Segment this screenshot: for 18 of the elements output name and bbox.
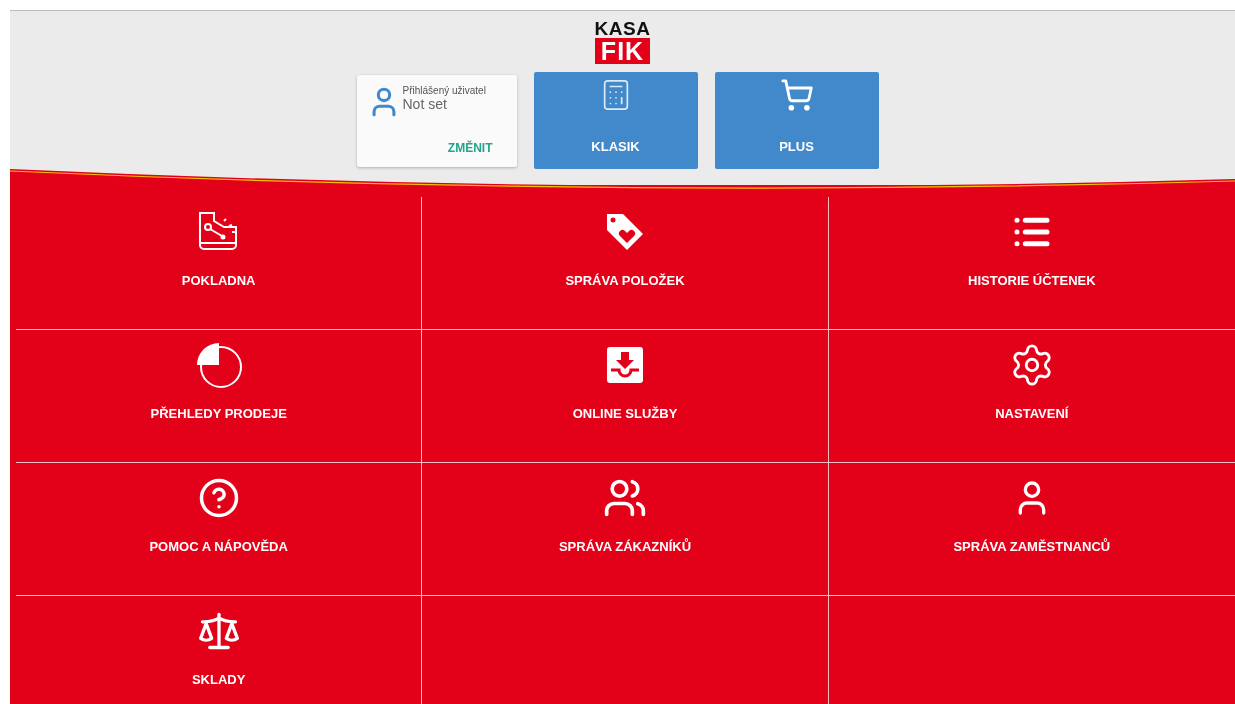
user-label: Přihlášený uživatel — [402, 85, 487, 96]
tag-heart-icon — [604, 211, 646, 253]
menu-tile[interactable]: POMOC A NÁPOVĚDA — [16, 463, 423, 596]
menu-tile[interactable]: ONLINE SLUŽBY — [422, 330, 829, 463]
logo-badge: FIK — [594, 38, 651, 64]
mode-button[interactable]: KLASIK — [533, 72, 698, 169]
menu-tile[interactable]: PŘEHLEDY PRODEJE — [16, 330, 423, 463]
download-tray-icon — [606, 346, 644, 384]
mode-button[interactable]: PLUS — [714, 72, 879, 169]
logo-text: KASA — [594, 19, 651, 38]
menu-tile[interactable]: SPRÁVA POLOŽEK — [422, 197, 829, 330]
pie-chart-icon — [194, 341, 243, 389]
menu-tile[interactable]: SPRÁVA ZÁKAZNÍKŮ — [422, 463, 829, 596]
menu-tile[interactable]: POKLADNA — [16, 197, 423, 330]
help-icon — [197, 477, 240, 519]
change-button[interactable]: ZMĚNIT — [445, 139, 495, 157]
cart-icon — [779, 78, 814, 112]
user-value: Not set — [402, 96, 448, 112]
